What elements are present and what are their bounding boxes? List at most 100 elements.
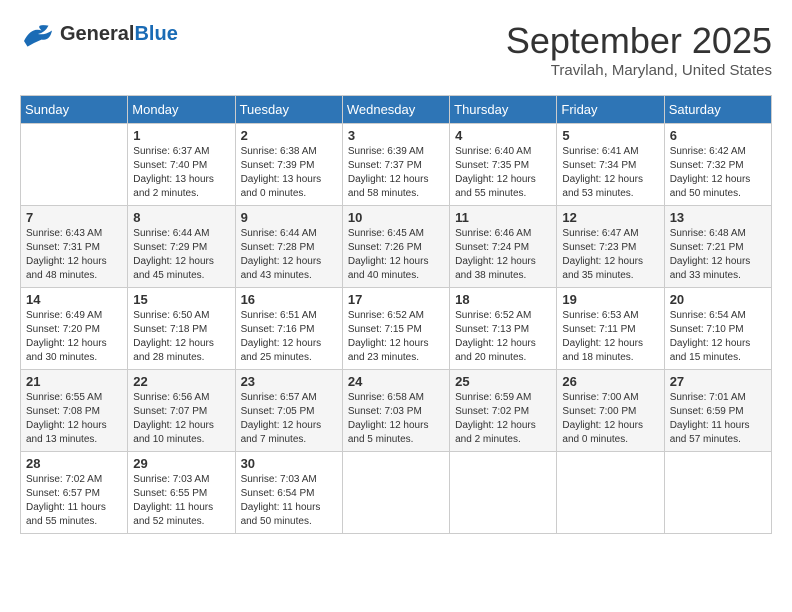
day-info: Sunrise: 6:52 AMSunset: 7:15 PMDaylight:… <box>348 309 444 365</box>
day-number: 25 <box>455 374 551 389</box>
day-info: Sunrise: 7:01 AMSunset: 6:59 PMDaylight:… <box>670 391 766 447</box>
calendar-cell: 30Sunrise: 7:03 AMSunset: 6:54 PMDayligh… <box>235 452 342 534</box>
calendar-cell: 28Sunrise: 7:02 AMSunset: 6:57 PMDayligh… <box>21 452 128 534</box>
calendar-week-row: 28Sunrise: 7:02 AMSunset: 6:57 PMDayligh… <box>21 452 772 534</box>
calendar-cell <box>21 124 128 206</box>
day-info: Sunrise: 6:52 AMSunset: 7:13 PMDaylight:… <box>455 309 551 365</box>
day-number: 3 <box>348 128 444 143</box>
calendar-cell: 16 Sunrise: 6:51 AMSunset: 7:16 PMDayligh… <box>235 288 342 370</box>
day-info: Sunrise: 6:58 AMSunset: 7:03 PMDaylight:… <box>348 391 444 447</box>
day-number: 18 <box>455 292 551 307</box>
calendar-cell: 21 Sunrise: 6:55 AMSunset: 7:08 PMDayligh… <box>21 370 128 452</box>
day-number: 11 <box>455 210 551 225</box>
header-day-sunday: Sunday <box>21 96 128 124</box>
day-number: 24 <box>348 374 444 389</box>
calendar-header-row: SundayMondayTuesdayWednesdayThursdayFrid… <box>21 96 772 124</box>
calendar-cell: 17 Sunrise: 6:52 AMSunset: 7:15 PMDayligh… <box>342 288 449 370</box>
day-info: Sunrise: 6:51 AMSunset: 7:16 PMDaylight:… <box>241 309 337 365</box>
day-number: 28 <box>26 456 122 471</box>
header-day-saturday: Saturday <box>664 96 771 124</box>
calendar-cell: 2 Sunrise: 6:38 AMSunset: 7:39 PMDaylight… <box>235 124 342 206</box>
calendar-cell: 9 Sunrise: 6:44 AMSunset: 7:28 PMDaylight… <box>235 206 342 288</box>
day-info: Sunrise: 6:38 AMSunset: 7:39 PMDaylight:… <box>241 145 337 201</box>
calendar-cell: 1 Sunrise: 6:37 AMSunset: 7:40 PMDaylight… <box>128 124 235 206</box>
calendar-cell: 3 Sunrise: 6:39 AMSunset: 7:37 PMDaylight… <box>342 124 449 206</box>
header-day-wednesday: Wednesday <box>342 96 449 124</box>
day-info: Sunrise: 6:50 AMSunset: 7:18 PMDaylight:… <box>133 309 229 365</box>
day-number: 12 <box>562 210 658 225</box>
calendar-cell: 8 Sunrise: 6:44 AMSunset: 7:29 PMDaylight… <box>128 206 235 288</box>
calendar-cell <box>342 452 449 534</box>
calendar-cell: 5 Sunrise: 6:41 AMSunset: 7:34 PMDaylight… <box>557 124 664 206</box>
day-number: 21 <box>26 374 122 389</box>
calendar-cell: 20 Sunrise: 6:54 AMSunset: 7:10 PMDayligh… <box>664 288 771 370</box>
calendar-week-row: 1 Sunrise: 6:37 AMSunset: 7:40 PMDaylight… <box>21 124 772 206</box>
day-number: 19 <box>562 292 658 307</box>
day-info: Sunrise: 6:44 AMSunset: 7:29 PMDaylight:… <box>133 227 229 283</box>
calendar-cell <box>664 452 771 534</box>
day-info: Sunrise: 7:00 AMSunset: 7:00 PMDaylight:… <box>562 391 658 447</box>
day-number: 15 <box>133 292 229 307</box>
calendar-cell: 11 Sunrise: 6:46 AMSunset: 7:24 PMDayligh… <box>450 206 557 288</box>
calendar-week-row: 14Sunrise: 6:49 AMSunset: 7:20 PMDayligh… <box>21 288 772 370</box>
day-number: 22 <box>133 374 229 389</box>
day-number: 9 <box>241 210 337 225</box>
day-info: Sunrise: 6:41 AMSunset: 7:34 PMDaylight:… <box>562 145 658 201</box>
day-info: Sunrise: 6:45 AMSunset: 7:26 PMDaylight:… <box>348 227 444 283</box>
calendar-table: SundayMondayTuesdayWednesdayThursdayFrid… <box>20 95 772 534</box>
day-number: 8 <box>133 210 229 225</box>
day-info: Sunrise: 7:03 AMSunset: 6:55 PMDaylight:… <box>133 473 229 529</box>
day-number: 6 <box>670 128 766 143</box>
calendar-week-row: 7Sunrise: 6:43 AMSunset: 7:31 PMDaylight… <box>21 206 772 288</box>
day-info: Sunrise: 6:55 AMSunset: 7:08 PMDaylight:… <box>26 391 122 447</box>
calendar-week-row: 21 Sunrise: 6:55 AMSunset: 7:08 PMDayligh… <box>21 370 772 452</box>
calendar-cell: 26 Sunrise: 7:00 AMSunset: 7:00 PMDayligh… <box>557 370 664 452</box>
calendar-cell: 29 Sunrise: 7:03 AMSunset: 6:55 PMDayligh… <box>128 452 235 534</box>
calendar-cell: 6 Sunrise: 6:42 AMSunset: 7:32 PMDaylight… <box>664 124 771 206</box>
calendar-cell: 12 Sunrise: 6:47 AMSunset: 7:23 PMDayligh… <box>557 206 664 288</box>
day-info: Sunrise: 6:48 AMSunset: 7:21 PMDaylight:… <box>670 227 766 283</box>
calendar-cell: 18 Sunrise: 6:52 AMSunset: 7:13 PMDayligh… <box>450 288 557 370</box>
day-info: Sunrise: 6:53 AMSunset: 7:11 PMDaylight:… <box>562 309 658 365</box>
day-number: 5 <box>562 128 658 143</box>
logo-icon <box>20 20 56 48</box>
calendar-cell: 27 Sunrise: 7:01 AMSunset: 6:59 PMDayligh… <box>664 370 771 452</box>
day-number: 20 <box>670 292 766 307</box>
day-info: Sunrise: 6:59 AMSunset: 7:02 PMDaylight:… <box>455 391 551 447</box>
day-number: 14 <box>26 292 122 307</box>
page-header: GeneralBlue September 2025 Travilah, Mar… <box>20 20 772 79</box>
day-info: Sunrise: 7:03 AMSunset: 6:54 PMDaylight:… <box>241 473 337 529</box>
day-number: 26 <box>562 374 658 389</box>
day-info: Sunrise: 6:43 AMSunset: 7:31 PMDaylight:… <box>26 227 122 283</box>
calendar-cell: 13 Sunrise: 6:48 AMSunset: 7:21 PMDayligh… <box>664 206 771 288</box>
calendar-cell: 10Sunrise: 6:45 AMSunset: 7:26 PMDayligh… <box>342 206 449 288</box>
calendar-cell: 25 Sunrise: 6:59 AMSunset: 7:02 PMDayligh… <box>450 370 557 452</box>
title-section: September 2025 Travilah, Maryland, Unite… <box>506 20 772 79</box>
day-info: Sunrise: 6:54 AMSunset: 7:10 PMDaylight:… <box>670 309 766 365</box>
day-info: Sunrise: 6:46 AMSunset: 7:24 PMDaylight:… <box>455 227 551 283</box>
day-number: 16 <box>241 292 337 307</box>
day-info: Sunrise: 6:57 AMSunset: 7:05 PMDaylight:… <box>241 391 337 447</box>
day-info: Sunrise: 6:44 AMSunset: 7:28 PMDaylight:… <box>241 227 337 283</box>
day-info: Sunrise: 6:56 AMSunset: 7:07 PMDaylight:… <box>133 391 229 447</box>
logo: GeneralBlue <box>20 20 178 48</box>
month-title: September 2025 <box>506 20 772 62</box>
header-day-thursday: Thursday <box>450 96 557 124</box>
header-day-tuesday: Tuesday <box>235 96 342 124</box>
day-number: 1 <box>133 128 229 143</box>
day-number: 17 <box>348 292 444 307</box>
day-number: 29 <box>133 456 229 471</box>
day-number: 4 <box>455 128 551 143</box>
header-day-monday: Monday <box>128 96 235 124</box>
day-info: Sunrise: 6:39 AMSunset: 7:37 PMDaylight:… <box>348 145 444 201</box>
day-info: Sunrise: 6:40 AMSunset: 7:35 PMDaylight:… <box>455 145 551 201</box>
day-number: 27 <box>670 374 766 389</box>
day-info: Sunrise: 6:47 AMSunset: 7:23 PMDaylight:… <box>562 227 658 283</box>
day-info: Sunrise: 6:37 AMSunset: 7:40 PMDaylight:… <box>133 145 229 201</box>
day-info: Sunrise: 6:42 AMSunset: 7:32 PMDaylight:… <box>670 145 766 201</box>
location: Travilah, Maryland, United States <box>506 62 772 79</box>
calendar-cell: 24 Sunrise: 6:58 AMSunset: 7:03 PMDayligh… <box>342 370 449 452</box>
calendar-cell: 7Sunrise: 6:43 AMSunset: 7:31 PMDaylight… <box>21 206 128 288</box>
day-number: 2 <box>241 128 337 143</box>
day-number: 13 <box>670 210 766 225</box>
